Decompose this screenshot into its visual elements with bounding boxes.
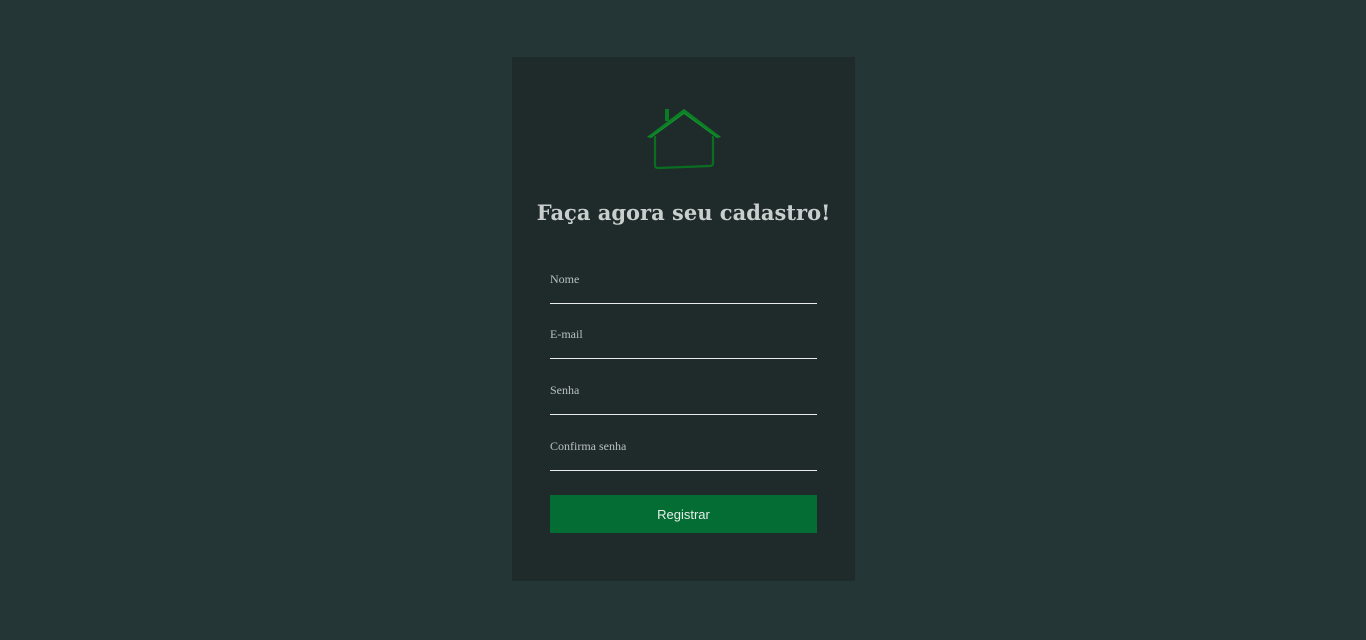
email-input[interactable] (550, 341, 817, 359)
name-input[interactable] (550, 286, 817, 304)
email-label: E-mail (550, 327, 583, 341)
password-input[interactable] (550, 397, 817, 415)
confirm-password-input[interactable] (550, 453, 817, 471)
name-label: Nome (550, 272, 580, 286)
password-label: Senha (550, 383, 580, 397)
confirm-password-field: Confirma senha (550, 439, 817, 471)
page-title: Faça agora seu cadastro! (536, 200, 831, 225)
house-icon (645, 107, 723, 171)
password-field: Senha (550, 383, 817, 415)
name-field: Nome (550, 272, 817, 304)
register-card: Faça agora seu cadastro! Nome E-mail Sen… (512, 57, 855, 581)
register-button[interactable]: Registrar (550, 495, 817, 533)
email-field: E-mail (550, 327, 817, 359)
confirm-password-label: Confirma senha (550, 439, 627, 453)
